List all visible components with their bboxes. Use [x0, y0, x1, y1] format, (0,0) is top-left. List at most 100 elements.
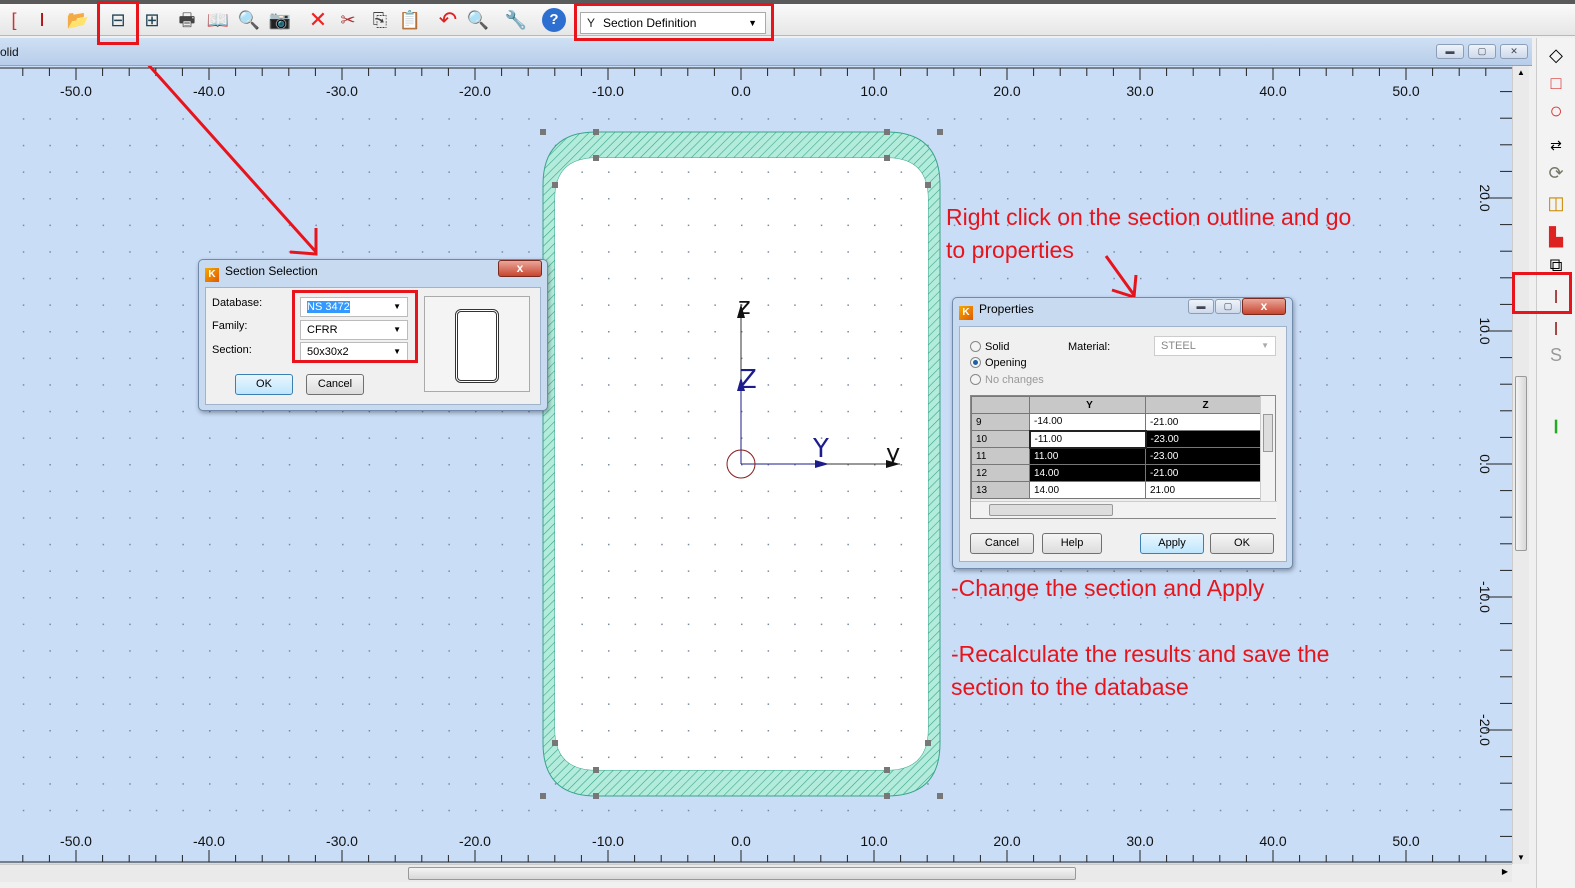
grid-dot: [342, 676, 344, 679]
selection-handle[interactable]: [884, 793, 890, 799]
cell-z[interactable]: -21.00: [1145, 464, 1262, 482]
bracket-icon[interactable]: [: [2, 8, 26, 32]
radio-no-changes[interactable]: No changes: [970, 374, 1044, 386]
zoom-icon[interactable]: 🔍: [466, 8, 490, 32]
cell-z[interactable]: 21.00: [1145, 481, 1262, 499]
grid-dot: [342, 437, 344, 439]
plate-tool-icon[interactable]: ▙: [1543, 224, 1569, 250]
column-header-z[interactable]: Z: [1145, 396, 1262, 414]
grid-dot: [235, 809, 238, 812]
apply-button[interactable]: Apply: [1140, 533, 1204, 554]
selection-handle[interactable]: [540, 793, 546, 799]
help-icon[interactable]: ?: [542, 8, 566, 32]
scroll-right-icon[interactable]: ▶: [1502, 867, 1508, 876]
cell-z[interactable]: -23.00: [1145, 430, 1262, 448]
cancel-button[interactable]: Cancel: [970, 533, 1034, 554]
close-button[interactable]: x: [1242, 298, 1286, 315]
camera-icon[interactable]: 📷: [268, 8, 292, 32]
grid-vertical-scrollbar[interactable]: [1260, 396, 1275, 502]
table-row[interactable]: 9 -14.00 -21.00: [971, 413, 1262, 431]
ok-button[interactable]: OK: [235, 374, 293, 395]
grid-hscroll-thumb[interactable]: [989, 504, 1113, 516]
scroll-up-icon[interactable]: ▲: [1517, 68, 1525, 77]
thin-walled-icon[interactable]: S: [1543, 342, 1569, 368]
book-icon[interactable]: 📖: [206, 8, 230, 32]
selection-handle[interactable]: [593, 129, 599, 135]
table-row[interactable]: 10 -11.00 -23.00: [971, 429, 1262, 449]
table-row[interactable]: 11 11.00 -23.00: [971, 447, 1262, 465]
mirror-tool-icon[interactable]: ◫: [1543, 190, 1569, 216]
cell-y[interactable]: 11.00: [1029, 447, 1146, 465]
scroll-down-icon[interactable]: ▼: [1517, 853, 1525, 862]
selection-handle[interactable]: [925, 740, 931, 746]
selection-handle[interactable]: [593, 793, 599, 799]
table-row[interactable]: 13 14.00 21.00: [971, 481, 1262, 499]
maximize-button[interactable]: ▢: [1468, 44, 1496, 59]
selection-handle[interactable]: [884, 767, 890, 773]
section-database-icon[interactable]: Ⅰ: [1543, 316, 1569, 342]
grid-dot: [1033, 144, 1036, 147]
cell-z[interactable]: -21.00: [1145, 413, 1262, 431]
selection-handle[interactable]: [593, 767, 599, 773]
selection-handle[interactable]: [540, 129, 546, 135]
grid-horizontal-scrollbar[interactable]: [971, 501, 1277, 518]
material-select[interactable]: STEEL ▼: [1154, 336, 1276, 356]
grid-scroll-thumb[interactable]: [1263, 414, 1273, 452]
close-button[interactable]: x: [498, 260, 542, 277]
grid-dot: [1219, 118, 1222, 120]
paste-icon[interactable]: 📋: [398, 8, 422, 32]
minimize-button[interactable]: ▬: [1188, 299, 1214, 314]
undo-icon[interactable]: ↶: [436, 8, 460, 32]
table-row[interactable]: 12 14.00 -21.00: [971, 464, 1262, 482]
cut-icon[interactable]: ✂: [336, 8, 360, 32]
section-export-icon[interactable]: ⊞: [140, 8, 164, 32]
selection-handle[interactable]: [884, 155, 890, 161]
horizontal-scrollbar[interactable]: ▶: [0, 864, 1512, 882]
stress-icon[interactable]: Ⅰ: [1543, 414, 1569, 440]
grid-dot: [1007, 171, 1009, 173]
circle-tool-icon[interactable]: ○: [1543, 98, 1569, 124]
grid-dot: [1352, 543, 1355, 546]
selection-handle[interactable]: [552, 740, 558, 746]
grid-dot: [608, 623, 610, 626]
selection-handle[interactable]: [925, 182, 931, 188]
radio-solid[interactable]: Solid: [970, 341, 1009, 353]
close-button[interactable]: ✕: [1500, 44, 1528, 59]
vertical-scroll-thumb[interactable]: [1515, 376, 1527, 551]
wrench-icon[interactable]: 🔧: [504, 8, 528, 32]
selection-handle[interactable]: [884, 129, 890, 135]
polygon-tool-icon[interactable]: ◇: [1543, 42, 1569, 68]
open-folder-icon[interactable]: 📂: [66, 8, 90, 32]
section-icon[interactable]: Ⅰ: [30, 8, 54, 32]
minimize-button[interactable]: ▬: [1436, 44, 1464, 59]
cell-y[interactable]: 14.00: [1029, 481, 1146, 499]
rotate-tool-icon[interactable]: ⟳: [1543, 160, 1569, 186]
vertical-scrollbar[interactable]: ▲ ▼: [1512, 66, 1529, 864]
maximize-button[interactable]: ▢: [1215, 299, 1241, 314]
cell-y[interactable]: -11.00: [1028, 429, 1147, 449]
cell-z[interactable]: -23.00: [1145, 447, 1262, 465]
print-icon[interactable]: 🖶: [175, 8, 199, 32]
copy-icon[interactable]: ⎘: [368, 8, 392, 32]
grid-dot: [288, 623, 291, 626]
horizontal-scroll-thumb[interactable]: [408, 867, 1076, 880]
ok-button[interactable]: OK: [1210, 533, 1274, 554]
grid-dot: [1406, 809, 1408, 812]
delete-icon[interactable]: ✕: [306, 8, 330, 32]
rectangle-tool-icon[interactable]: □: [1543, 70, 1569, 96]
cell-y[interactable]: -14.00: [1029, 413, 1146, 431]
selection-handle[interactable]: [552, 182, 558, 188]
move-tool-icon[interactable]: ⇄: [1543, 132, 1569, 158]
print-preview-icon[interactable]: 🔍: [237, 8, 261, 32]
column-header-y[interactable]: Y: [1029, 396, 1146, 414]
selection-handle[interactable]: [937, 129, 943, 135]
cancel-button[interactable]: Cancel: [306, 374, 364, 395]
grid-dot: [1219, 783, 1222, 785]
grid-dot: [661, 676, 663, 679]
cell-y[interactable]: 14.00: [1029, 464, 1146, 482]
selection-handle[interactable]: [937, 793, 943, 799]
help-button[interactable]: Help: [1042, 533, 1102, 554]
selection-handle[interactable]: [593, 155, 599, 161]
radio-opening[interactable]: Opening: [970, 357, 1027, 369]
coordinates-grid[interactable]: YZ 9 -14.00 -21.00 10 -11.00 -23.00 11 11.00-…: [970, 395, 1277, 519]
